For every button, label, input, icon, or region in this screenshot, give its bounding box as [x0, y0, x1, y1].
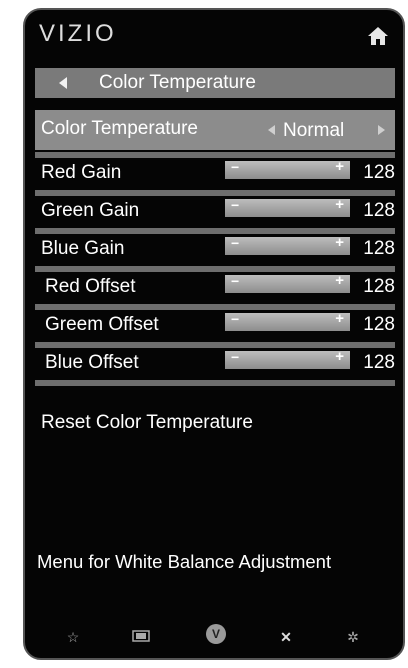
setting-value: 128	[363, 352, 395, 373]
tv-menu-screen: VIZIO Color Temperature Color Temperatur…	[23, 8, 405, 660]
gear-icon[interactable]: ✲	[343, 628, 363, 646]
breadcrumb[interactable]: Color Temperature	[35, 68, 395, 98]
setting-value: 128	[363, 200, 395, 221]
reset-color-temperature-button[interactable]: Reset Color Temperature	[41, 412, 253, 434]
setting-value: 128	[363, 276, 395, 297]
plus-icon: +	[335, 158, 344, 175]
setting-value: Normal	[283, 120, 345, 141]
value-slider[interactable]: − +	[225, 234, 350, 255]
setting-label: Blue Offset	[45, 352, 139, 373]
minus-icon: −	[231, 197, 240, 213]
value-slider[interactable]: − +	[225, 196, 350, 217]
minus-icon: −	[231, 159, 240, 175]
plus-icon: +	[335, 234, 344, 251]
minus-icon: −	[231, 311, 240, 327]
setting-label: Green Gain	[41, 200, 140, 221]
setting-row-green-gain[interactable]: Green Gain − + 128	[35, 190, 395, 226]
star-icon[interactable]: ☆	[63, 628, 83, 646]
value-slider[interactable]: − +	[225, 348, 350, 369]
setting-row-blue-gain[interactable]: Blue Gain − + 128	[35, 228, 395, 264]
right-arrow-icon[interactable]	[378, 125, 385, 135]
plus-icon: +	[335, 310, 344, 327]
setting-row-blue-offset[interactable]: Blue Offset − + 128	[35, 342, 395, 378]
setting-label: Greem Offset	[45, 314, 159, 335]
setting-row-red-offset[interactable]: Red Offset − + 128	[35, 266, 395, 302]
setting-row-divider-bottom	[35, 380, 395, 388]
setting-row-red-gain[interactable]: Red Gain − + 128	[35, 152, 395, 188]
setting-label: Blue Gain	[41, 238, 125, 259]
setting-value: 128	[363, 314, 395, 335]
home-icon[interactable]	[367, 26, 389, 46]
bottom-toolbar: ☆ V ✕ ✲	[25, 606, 403, 658]
setting-label: Red Offset	[45, 276, 136, 297]
vizio-v-icon[interactable]: V	[206, 624, 226, 644]
setting-label: Color Temperature	[41, 118, 199, 139]
plus-icon: +	[335, 196, 344, 213]
setting-label: Red Gain	[41, 162, 122, 183]
setting-value: 128	[363, 238, 395, 259]
setting-value: 128	[363, 162, 395, 183]
minus-icon: −	[231, 273, 240, 289]
value-slider[interactable]: − +	[225, 310, 350, 331]
help-description: Menu for White Balance Adjustment	[37, 551, 332, 572]
plus-icon: +	[335, 348, 344, 365]
top-bar: VIZIO	[25, 10, 403, 60]
minus-icon: −	[231, 235, 240, 251]
back-arrow-icon[interactable]	[59, 77, 67, 89]
close-icon[interactable]: ✕	[276, 628, 296, 646]
setting-row-green-offset[interactable]: Greem Offset − + 128	[35, 304, 395, 340]
left-arrow-icon[interactable]	[268, 125, 275, 135]
value-slider[interactable]: − +	[225, 158, 350, 179]
breadcrumb-title: Color Temperature	[99, 72, 257, 93]
minus-icon: −	[231, 349, 240, 365]
value-slider[interactable]: − +	[225, 272, 350, 293]
row-divider	[35, 380, 395, 386]
plus-icon: +	[335, 272, 344, 289]
color-temperature-setting[interactable]: Color Temperature Normal	[35, 110, 395, 150]
vizio-logo: VIZIO	[39, 20, 117, 47]
widescreen-icon[interactable]	[131, 628, 151, 646]
